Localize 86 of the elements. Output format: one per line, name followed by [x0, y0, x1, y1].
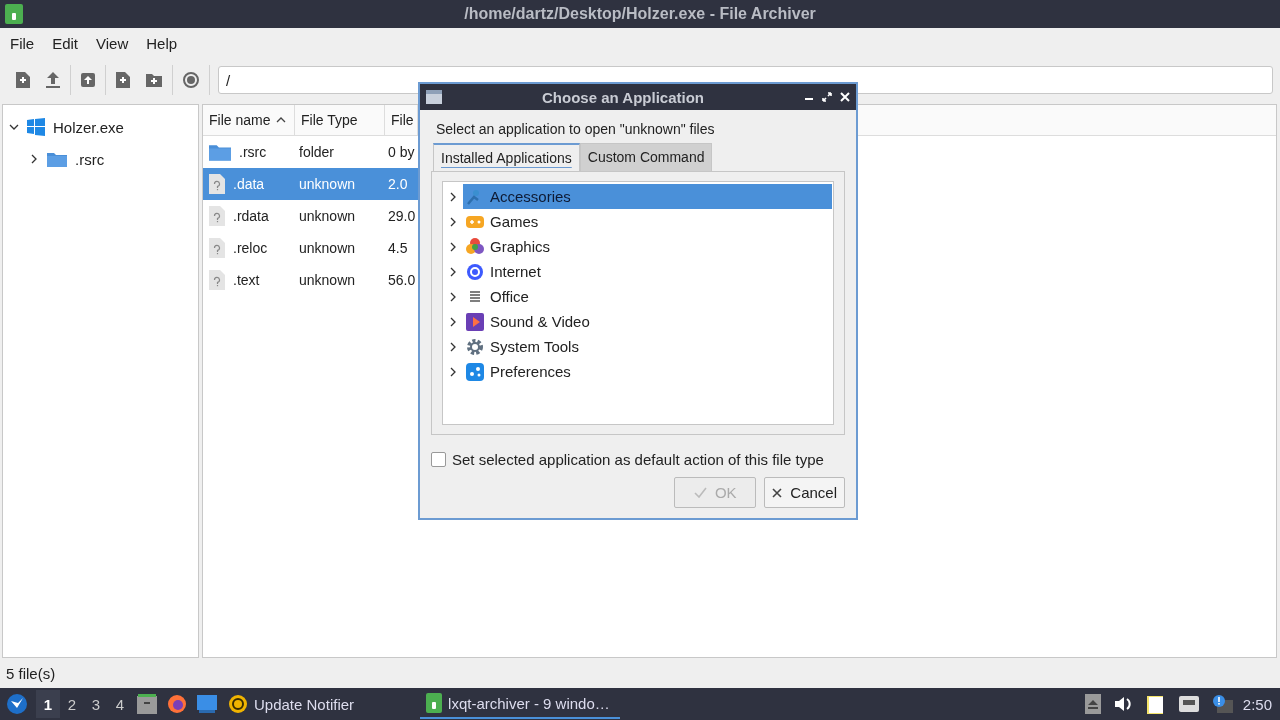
gamepad-icon	[466, 213, 484, 230]
table-cell-text: unknown	[298, 208, 357, 224]
table-cell-text: unknown	[298, 176, 357, 192]
eject-icon[interactable]	[1084, 694, 1101, 714]
table-cell-text: folder	[298, 144, 336, 160]
archive-app-icon	[426, 693, 443, 713]
tab[interactable]: Custom Command	[579, 143, 713, 171]
category-item[interactable]: Preferences	[463, 359, 832, 384]
update-icon	[228, 694, 248, 714]
window-icon	[426, 90, 442, 104]
workspace-button[interactable]: 2	[60, 690, 84, 718]
table-cell-text: 2.0	[387, 176, 408, 192]
table-cell-text: unknown	[298, 240, 357, 256]
checkbox-label: Set selected application as default action of this file type	[452, 451, 824, 468]
column-header[interactable]: File Type	[295, 105, 385, 135]
checkmark-icon	[693, 487, 707, 498]
unknown-file-icon	[209, 238, 225, 258]
stop-icon[interactable]	[183, 72, 199, 88]
taskbar-button[interactable]: Update Notifier	[222, 689, 361, 719]
extract-icon[interactable]	[81, 73, 95, 87]
notification-icon[interactable]	[1212, 695, 1233, 713]
tree-item[interactable]: Holzer.exe	[53, 118, 124, 136]
tree-item[interactable]: .rsrc	[75, 150, 105, 168]
category-item[interactable]: Office	[463, 284, 832, 309]
table-cell: .reloc	[233, 240, 268, 256]
file-row[interactable]: .rsrc folder 0 by	[203, 136, 418, 168]
globe-icon	[466, 262, 484, 281]
file-row[interactable]: .reloc unknown 4.5	[203, 232, 418, 264]
workspace-button[interactable]: 3	[84, 690, 108, 718]
start-menu-icon[interactable]	[6, 693, 28, 715]
maximize-icon[interactable]	[822, 92, 832, 102]
folder-icon	[209, 143, 231, 161]
folder-icon	[47, 151, 67, 167]
menu-item[interactable]: Help	[140, 34, 190, 52]
color-wheel-icon	[466, 237, 484, 256]
gear-icon	[466, 337, 484, 356]
table-cell: .rdata	[233, 208, 269, 224]
prompt-text: Select an application to open "unknown" files	[436, 121, 715, 137]
close-icon	[772, 487, 783, 498]
clipboard-icon[interactable]	[1146, 694, 1165, 714]
unknown-file-icon	[209, 270, 225, 290]
category-item[interactable]: Games	[463, 209, 832, 234]
category-item[interactable]: Graphics	[463, 234, 832, 259]
new-archive-icon[interactable]	[16, 72, 30, 88]
file-row[interactable]: .text unknown 56.0	[203, 264, 418, 296]
cancel-button[interactable]: Cancel	[764, 477, 845, 508]
category-item[interactable]: Sound & Video	[463, 309, 832, 334]
column-header[interactable]: File name	[203, 105, 295, 135]
unknown-file-icon	[209, 206, 225, 226]
table-cell: .data	[233, 176, 265, 192]
workspace-button[interactable]: 4	[108, 690, 132, 718]
volume-icon[interactable]	[1114, 696, 1133, 712]
category-item[interactable]: Internet	[463, 259, 832, 284]
network-icon[interactable]	[1178, 696, 1199, 712]
archive-app-icon	[5, 4, 23, 24]
status-text: 5 file(s)	[6, 664, 56, 682]
desktop-icon[interactable]	[197, 695, 217, 713]
table-cell-text: 4.5	[387, 240, 408, 256]
clock: 2:50	[1242, 695, 1272, 713]
tab[interactable]: Installed Applications	[433, 143, 580, 171]
document-icon	[468, 289, 482, 304]
file-row[interactable]: .rdata unknown 29.0	[203, 200, 418, 232]
unknown-file-icon	[209, 174, 225, 194]
add-folder-icon[interactable]	[146, 73, 162, 87]
taskbar-button[interactable]: lxqt-archiver - 9 windo…	[420, 689, 621, 719]
table-cell-text: 56.0	[387, 272, 416, 288]
add-file-icon[interactable]	[116, 72, 130, 88]
category-item[interactable]: System Tools	[463, 334, 832, 359]
workspace-button[interactable]: 1	[36, 690, 60, 718]
table-cell-text: 0 by	[387, 144, 415, 160]
menu-item[interactable]: Edit	[46, 34, 91, 52]
window-title: /home/dartz/Desktop/Holzer.exe - File Archiver	[464, 5, 816, 23]
upload-icon[interactable]	[46, 72, 60, 88]
close-icon[interactable]	[840, 92, 850, 102]
media-icon	[466, 312, 484, 331]
file-cabinet-icon[interactable]	[137, 694, 157, 714]
table-cell: .text	[233, 272, 260, 288]
table-cell-text: 29.0	[387, 208, 416, 224]
table-cell-text: unknown	[298, 272, 357, 288]
category-item[interactable]: Accessories	[463, 184, 832, 209]
menu-item[interactable]: View	[90, 34, 141, 52]
menu-item[interactable]: File	[4, 34, 47, 52]
preferences-icon	[466, 362, 484, 381]
windows-icon	[27, 118, 45, 136]
checkbox[interactable]	[431, 452, 446, 467]
table-cell: .rsrc	[239, 144, 267, 160]
